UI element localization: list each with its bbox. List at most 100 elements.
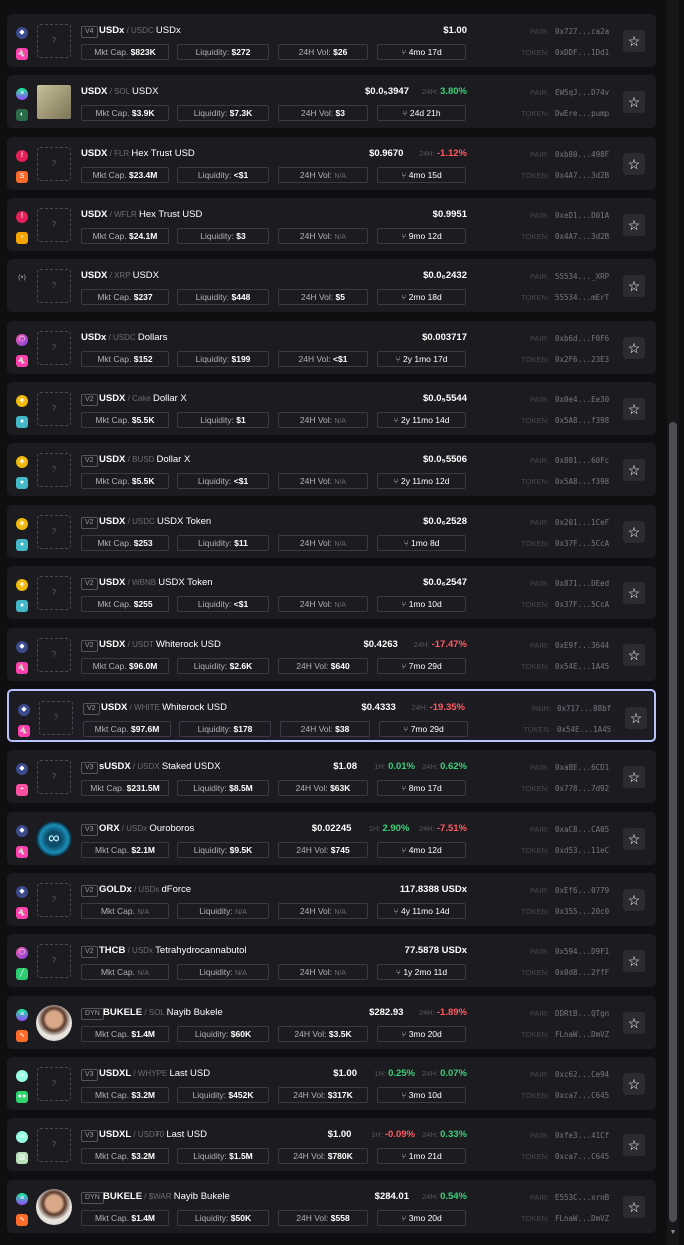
pair-name[interactable]: BUKELE / SOL Nayib Bukele	[103, 1007, 223, 1018]
pair-address[interactable]: PAIR: 0x201...1CeF	[515, 518, 609, 527]
pair-address[interactable]: PAIR: 0xaC8...CA05	[515, 825, 609, 834]
scroll-down-arrow-icon[interactable]: ▼	[669, 1229, 677, 1237]
token-address[interactable]: TOKEN: 0xca7...C645	[515, 1152, 609, 1161]
pair-name[interactable]: USDx / USDC Dollars	[81, 332, 167, 343]
favorite-star-icon[interactable]: ☆	[623, 950, 645, 973]
pair-name[interactable]: USDX / FLR Hex Trust USD	[81, 148, 195, 159]
pair-row[interactable]: ≡ ∿ DYN BUKELE / $WAR Nayib Bukele $284.01 24…	[7, 1179, 656, 1233]
pair-name[interactable]: USDX / WFLR Hex Trust USD	[81, 209, 202, 220]
pair-address[interactable]: PAIR: 0x727...ca2a	[515, 27, 609, 36]
pair-name[interactable]: USDX / XRP USDX	[81, 270, 159, 281]
pair-name[interactable]: USDX / USDC USDX Token	[99, 516, 211, 527]
token-address[interactable]: TOKEN: FLnaW...DmVZ	[515, 1030, 609, 1039]
favorite-star-icon[interactable]: ☆	[625, 706, 647, 729]
pair-row[interactable]: ∞ ●●? V3 USDXL / WHYPE Last USD $1.00 24H: 0.…	[7, 1056, 656, 1110]
pair-row[interactable]: ◈ ●? V2 USDX / WBNB USDX Token $0.0₆2547 Mkt …	[7, 566, 656, 620]
pair-row[interactable]: ◆ 🦄? V2 GOLDx / USDx dForce 117.8388 USDx Mkt…	[7, 872, 656, 926]
pair-row[interactable]: ◈ ●? V2 USDX / USDC USDX Token $0.0₆2528 Mkt …	[7, 504, 656, 558]
favorite-star-icon[interactable]: ☆	[623, 1134, 645, 1157]
pair-name[interactable]: USDx / USDC USDx	[99, 25, 181, 36]
token-address[interactable]: TOKEN: 0x54E...1A45	[517, 725, 611, 734]
pair-address[interactable]: PAIR: 0x594...D9F1	[515, 947, 609, 956]
pair-row[interactable]: ◆ 🦄? V4 USDx / USDC USDx $1.00 Mkt Cap. $823K…	[7, 14, 656, 67]
favorite-star-icon[interactable]: ☆	[623, 152, 645, 175]
pair-row[interactable]: ◆ 🦄? V2 USDX / USDT Whiterock USD $0.4263 24H…	[7, 627, 656, 681]
pair-row[interactable]: ◆ ◓? V3 sUSDX / USDX Staked USDX $1.08 24H: 0…	[7, 750, 656, 804]
favorite-star-icon[interactable]: ☆	[623, 214, 645, 237]
favorite-star-icon[interactable]: ☆	[623, 459, 645, 482]
pair-row[interactable]: ◈ ●? V2 USDX / Cake Dollar X $0.0₅5544 Mkt Ca…	[7, 382, 656, 436]
pair-name[interactable]: USDXL / WHYPE Last USD	[99, 1068, 210, 1079]
token-address[interactable]: TOKEN: 0x778...7d92	[515, 784, 609, 793]
pair-address[interactable]: PAIR: 0x0e4...Ee30	[515, 395, 609, 404]
pair-address[interactable]: PAIR: 0x801...60Fc	[515, 456, 609, 465]
pair-name[interactable]: USDXL / USD₮0 Last USD	[99, 1129, 207, 1140]
pair-row[interactable]: (×)? USDX / XRP USDX $0.0₆2432 Mkt Cap. $23…	[7, 259, 656, 313]
token-address[interactable]: TOKEN: 0xd53...11eC	[515, 846, 609, 855]
pair-name[interactable]: THCB / USDx Tetrahydrocannabutol	[99, 945, 247, 956]
token-address[interactable]: TOKEN: 0x37F...5CcA	[515, 600, 609, 609]
pair-address[interactable]: PAIR: 0xb80...498F	[515, 150, 609, 159]
token-address[interactable]: TOKEN: DwEre...pump	[515, 109, 609, 118]
pair-address[interactable]: PAIR: 0x717...88bf	[517, 704, 611, 713]
pair-row[interactable]: ∞ ▥? V3 USDXL / USD₮0 Last USD $1.00 24H: 0.3…	[7, 1118, 656, 1172]
pair-name[interactable]: USDX / USDT Whiterock USD	[99, 639, 221, 650]
favorite-star-icon[interactable]: ☆	[623, 888, 645, 911]
token-address[interactable]: TOKEN: 0x37F...5CcA	[515, 539, 609, 548]
token-address[interactable]: TOKEN: 0x0d8...2ffF	[515, 968, 609, 977]
pair-address[interactable]: PAIR: 55534..._XRP	[515, 272, 609, 281]
token-address[interactable]: TOKEN: 0xDDF...1Dd1	[515, 48, 609, 57]
pair-row[interactable]: ⬡ ╱? V2 THCB / USDx Tetrahydrocannabutol 77.…	[7, 934, 656, 988]
token-address[interactable]: TOKEN: 0x5A8...f398	[515, 477, 609, 486]
pair-name[interactable]: ORX / USDx Ouroboros	[99, 823, 194, 834]
pair-name[interactable]: BUKELE / $WAR Nayib Bukele	[103, 1191, 230, 1202]
pair-name[interactable]: USDX / SOL USDX	[81, 86, 158, 97]
scrollbar-thumb[interactable]	[669, 422, 677, 1222]
pair-address[interactable]: PAIR: EW5qJ...D74v	[515, 88, 609, 97]
favorite-star-icon[interactable]: ☆	[623, 30, 645, 52]
token-address[interactable]: TOKEN: 0x5A8...f398	[515, 416, 609, 425]
favorite-star-icon[interactable]: ☆	[623, 643, 645, 666]
pair-address[interactable]: PAIR: 0xc62...Ce94	[515, 1070, 609, 1079]
pair-address[interactable]: PAIR: 0xE9f...3644	[515, 641, 609, 650]
pair-row[interactable]: ◆ 🦄? V2 USDX / WHITE Whiterock USD $0.4333 24…	[7, 688, 656, 742]
pair-name[interactable]: GOLDx / USDx dForce	[99, 884, 191, 895]
pair-name[interactable]: USDX / WBNB USDX Token	[99, 577, 213, 588]
token-address[interactable]: TOKEN: 55534...mErT	[515, 293, 609, 302]
token-address[interactable]: TOKEN: 0x4A7...3d2B	[515, 171, 609, 180]
pair-name[interactable]: USDX / WHITE Whiterock USD	[101, 702, 227, 713]
pair-address[interactable]: PAIR: 0xfe3...41Cf	[515, 1131, 609, 1140]
token-address[interactable]: TOKEN: 0x4A7...3d2B	[515, 232, 609, 241]
pair-address[interactable]: PAIR: 0xeD1...D01A	[515, 211, 609, 220]
favorite-star-icon[interactable]: ☆	[623, 1072, 645, 1095]
pair-row[interactable]: ◈ ●? V2 USDX / BUSD Dollar X $0.0₅5506 Mkt Ca…	[7, 443, 656, 497]
pair-name[interactable]: USDX / BUSD Dollar X	[99, 454, 190, 465]
favorite-star-icon[interactable]: ☆	[623, 766, 645, 789]
favorite-star-icon[interactable]: ☆	[623, 520, 645, 543]
favorite-star-icon[interactable]: ☆	[623, 398, 645, 421]
pair-row[interactable]: ⬡ 🦄? USDx / USDC Dollars $0.003717 Mkt Cap. …	[7, 320, 656, 374]
favorite-star-icon[interactable]: ☆	[623, 275, 645, 298]
pair-row[interactable]: ≡ ∿ DYN BUKELE / SOL Nayib Bukele $282.93 24H…	[7, 995, 656, 1049]
favorite-star-icon[interactable]: ☆	[623, 1195, 645, 1218]
favorite-star-icon[interactable]: ☆	[623, 336, 645, 359]
pair-row[interactable]: ◆ 🦄 ∞ V3 ORX / USDx Ouroboros $0.02245 24H: -7…	[7, 811, 656, 865]
favorite-star-icon[interactable]: ☆	[623, 827, 645, 850]
token-address[interactable]: TOKEN: 0xca7...C645	[515, 1091, 609, 1100]
pair-name[interactable]: sUSDX / USDX Staked USDX	[99, 761, 220, 772]
token-address[interactable]: TOKEN: FLnaW...DmVZ	[515, 1214, 609, 1223]
token-address[interactable]: TOKEN: 0x54E...1A45	[515, 662, 609, 671]
pair-row[interactable]: f S? USDX / FLR Hex Trust USD $0.9670 24H: -…	[7, 136, 656, 190]
favorite-star-icon[interactable]: ☆	[623, 582, 645, 605]
token-address[interactable]: TOKEN: 0x2F6...23E3	[515, 355, 609, 364]
pair-address[interactable]: PAIR: 0xa8E...6CD1	[515, 763, 609, 772]
favorite-star-icon[interactable]: ☆	[623, 1011, 645, 1034]
pair-address[interactable]: PAIR: E553C...xrnB	[515, 1193, 609, 1202]
pair-address[interactable]: PAIR: 0xb6d...F0F6	[515, 334, 609, 343]
pair-row[interactable]: f ♆? USDX / WFLR Hex Trust USD $0.9951 Mkt C…	[7, 198, 656, 252]
token-address[interactable]: TOKEN: 0x355...20c0	[515, 907, 609, 916]
pair-address[interactable]: PAIR: 0x871...DEed	[515, 579, 609, 588]
pair-address[interactable]: PAIR: 0xEf6...0779	[515, 886, 609, 895]
pair-address[interactable]: PAIR: DDRtB...QTgn	[515, 1009, 609, 1018]
pair-name[interactable]: USDX / Cake Dollar X	[99, 393, 187, 404]
